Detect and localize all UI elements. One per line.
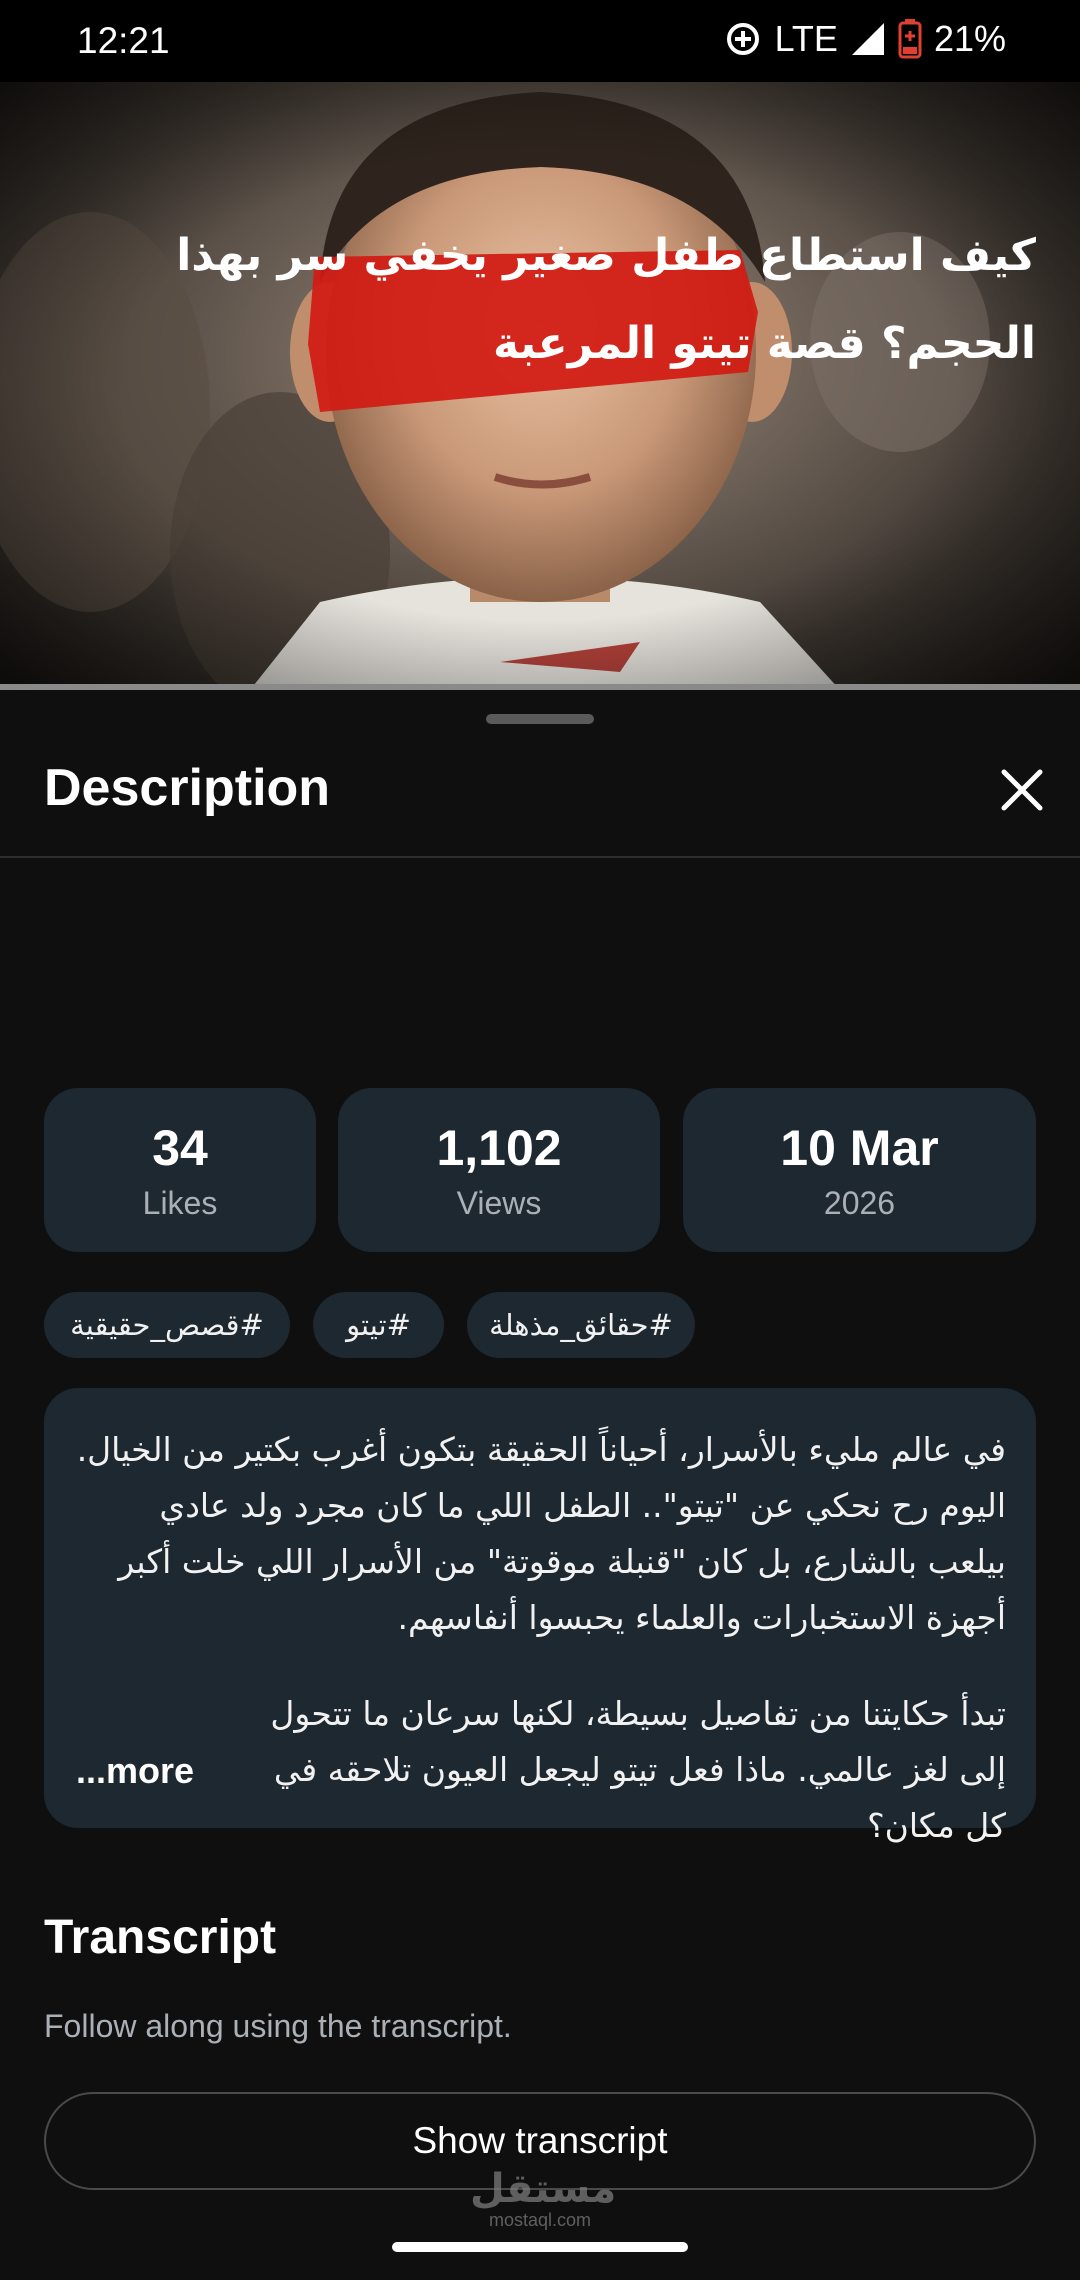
show-more-link[interactable]: ...more [76, 1750, 194, 1792]
transcript-heading: Transcript [44, 1911, 277, 1964]
sheet-title: Description [44, 759, 331, 817]
publish-date: 10 Mar [780, 1119, 939, 1176]
publish-year: 2026 [823, 1184, 896, 1221]
status-bar: 12:21 LTE 21% [0, 0, 1080, 82]
watermark-arabic: مستقل [470, 2166, 617, 2212]
likes-count: 34 [152, 1119, 208, 1176]
views-count: 1,102 [436, 1119, 562, 1176]
video-title: كيف استطاع طفل صغير يخفي سر بهذا الحجم؟ … [176, 230, 1036, 369]
network-type: LTE [774, 18, 838, 59]
battery-percent: 21% [933, 18, 1006, 59]
description-box[interactable]: في عالم مليء بالأسرار، أحياناً الحقيقة ب… [44, 1388, 1036, 1845]
date-stat: 10 Mar 2026 [683, 1088, 1036, 1252]
drag-handle[interactable] [486, 714, 594, 724]
close-icon [1001, 769, 1043, 811]
hashtag-chip[interactable]: #تيتو [313, 1292, 444, 1358]
signal-icon [850, 21, 886, 57]
transcript-subtitle: Follow along using the transcript. [44, 2008, 512, 2044]
likes-stat: 34 Likes [44, 1088, 316, 1252]
description-paragraph: في عالم مليء بالأسرار، أحياناً الحقيقة ب… [76, 1430, 1006, 1637]
views-label: Views [456, 1184, 542, 1221]
divider [0, 856, 1080, 858]
status-icons: LTE 21% [723, 18, 1006, 60]
watermark-logo: مستقل mostaql.com [470, 2166, 617, 2230]
battery-icon [898, 19, 922, 59]
gesture-nav-bar[interactable] [392, 2242, 688, 2252]
likes-label: Likes [142, 1184, 218, 1221]
hashtag-chip[interactable]: #قصص_حقيقية [44, 1292, 290, 1358]
description-paragraph: تبدأ حكايتنا من تفاصيل بسيطة، لكنها سرعا… [270, 1694, 1006, 1845]
views-stat: 1,102 Views [338, 1088, 660, 1252]
data-saver-icon [723, 19, 763, 59]
hashtag-chip[interactable]: #حقائق_مذهلة [467, 1292, 695, 1358]
status-time: 12:21 [77, 20, 170, 61]
watermark-latin: mostaql.com [488, 2210, 592, 2230]
close-button[interactable] [994, 762, 1050, 818]
